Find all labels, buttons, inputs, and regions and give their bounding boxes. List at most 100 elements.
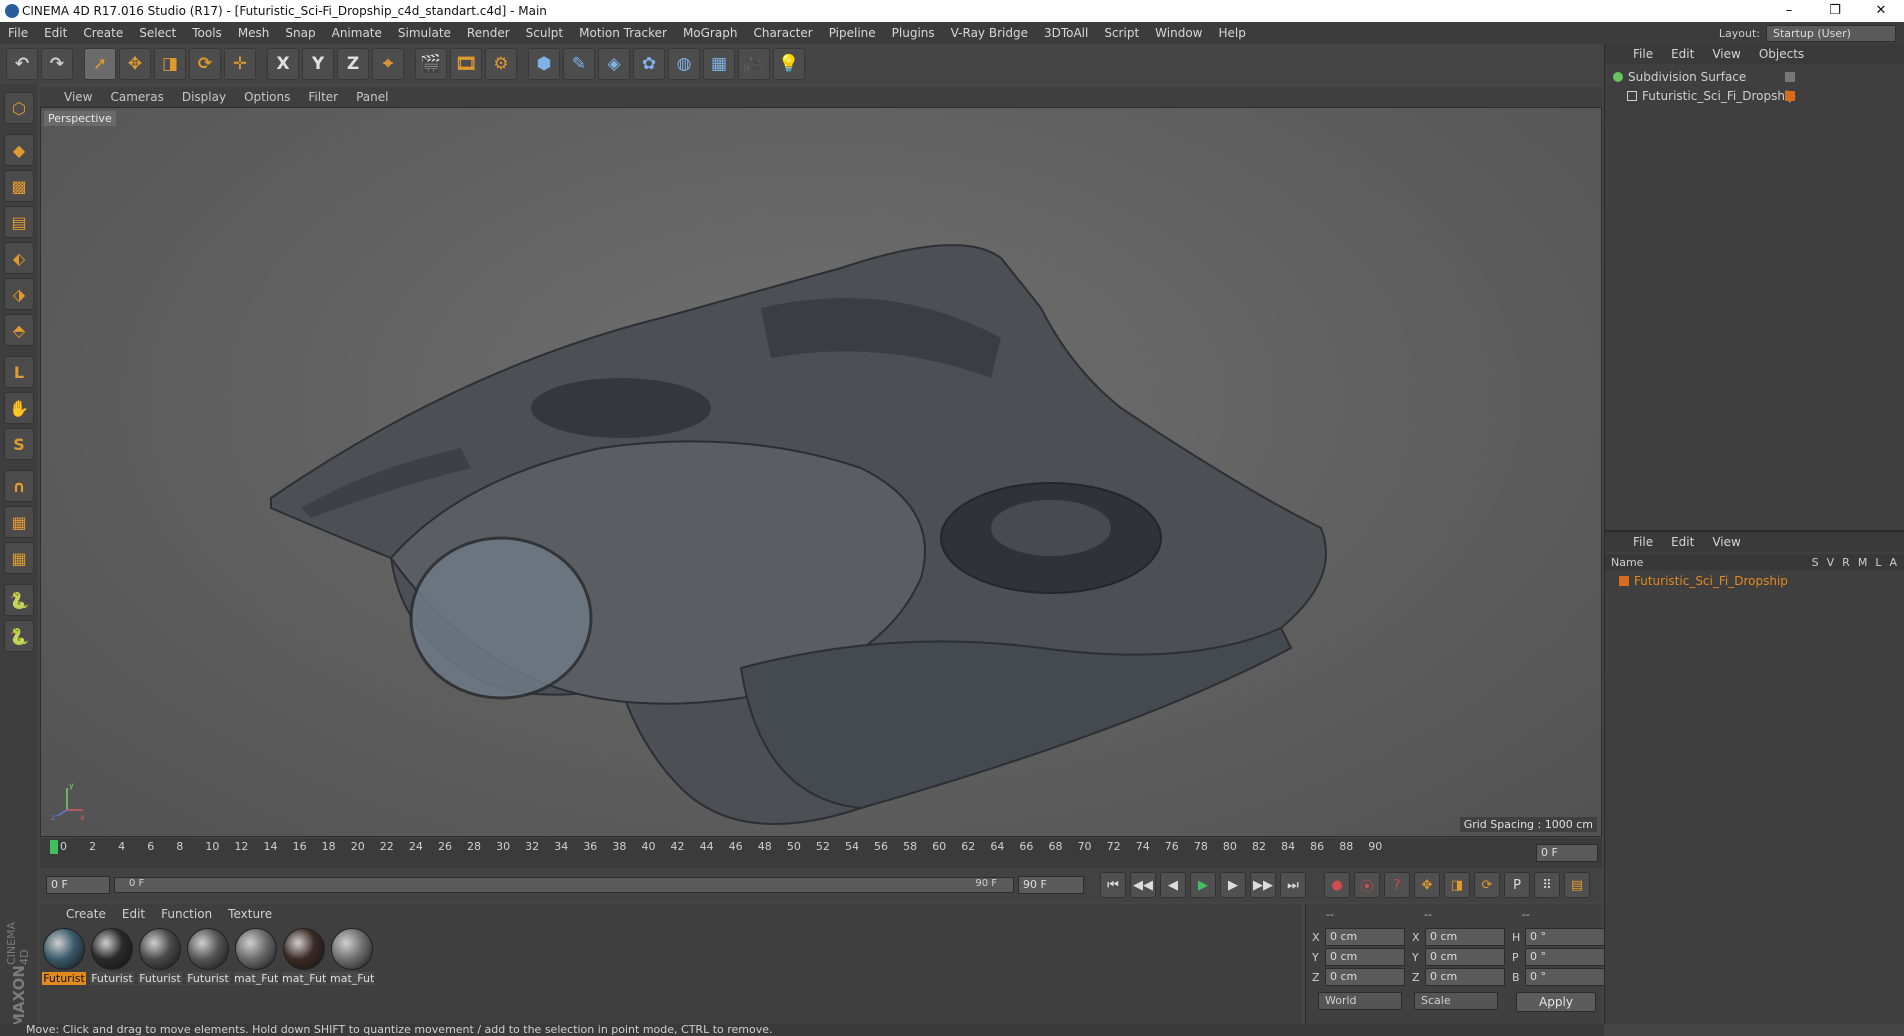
autokey-icon[interactable]: ⦿ (1354, 872, 1380, 898)
coord-field[interactable]: 0 ° (1525, 948, 1605, 966)
z-axis-icon[interactable]: Z (337, 48, 369, 80)
workplane-icon[interactable]: ▤ (4, 206, 34, 238)
select-arrow-icon[interactable]: ➚ (84, 48, 116, 80)
material-item[interactable]: mat_Fut (234, 928, 278, 985)
snap-s-icon[interactable]: S (4, 428, 34, 460)
layer-menu-view[interactable]: View (1712, 535, 1740, 549)
x-axis-icon[interactable]: X (267, 48, 299, 80)
coord-field[interactable]: 0 ° (1525, 928, 1605, 946)
menu-item-simulate[interactable]: Simulate (390, 26, 459, 40)
transform-icon[interactable]: ✛ (224, 48, 256, 80)
rotate-icon[interactable]: ⟳ (189, 48, 221, 80)
frame-range-slider[interactable]: 0 F 90 F (114, 877, 1014, 893)
redo-icon[interactable]: ↷ (41, 48, 73, 80)
object-menu-objects[interactable]: Objects (1759, 47, 1804, 61)
undo-icon[interactable]: ↶ (6, 48, 38, 80)
y-axis-icon[interactable]: Y (302, 48, 334, 80)
viewport-menu-cameras[interactable]: Cameras (110, 90, 163, 104)
record-key-icon[interactable]: ● (1324, 872, 1350, 898)
menu-item-script[interactable]: Script (1096, 26, 1147, 40)
points-mode-icon[interactable]: ⬖ (4, 242, 34, 274)
next-key-icon[interactable]: ▶▶ (1250, 872, 1276, 898)
menu-item-file[interactable]: File (0, 26, 36, 40)
menu-item-pipeline[interactable]: Pipeline (821, 26, 884, 40)
menu-item-window[interactable]: Window (1147, 26, 1210, 40)
layer-menu-file[interactable]: File (1633, 535, 1653, 549)
coord-field[interactable]: 0 cm (1425, 948, 1505, 966)
end-frame-field[interactable]: 90 F (1018, 876, 1084, 894)
key-param-icon[interactable]: P (1504, 872, 1530, 898)
menu-item-mesh[interactable]: Mesh (230, 26, 278, 40)
texture-mode-icon[interactable]: ▩ (4, 170, 34, 202)
menu-item-tools[interactable]: Tools (184, 26, 230, 40)
prev-frame-icon[interactable]: ◀ (1160, 872, 1186, 898)
material-item[interactable]: Futurist (186, 928, 230, 985)
render-view-icon[interactable]: 🎬 (415, 48, 447, 80)
move-icon[interactable]: ✥ (119, 48, 151, 80)
minimize-button[interactable]: – (1766, 0, 1812, 22)
timeline[interactable]: 0 2 4 6 8 10 12 14 16 18 20 22 24 26 28 30 32 34 36 38 40 42 4… (40, 838, 1602, 868)
tweak-icon[interactable]: ✋ (4, 392, 34, 424)
key-move-icon[interactable]: ✥ (1414, 872, 1440, 898)
polygons-mode-icon[interactable]: ⬘ (4, 314, 34, 346)
object-layer-tag-icon[interactable] (1785, 72, 1795, 82)
layer-menu-edit[interactable]: Edit (1671, 535, 1694, 549)
scale-dropdown[interactable]: Scale (1414, 992, 1498, 1010)
object-row[interactable]: Subdivision Surface (1613, 70, 1746, 84)
restore-button[interactable]: ❐ (1812, 0, 1858, 22)
object-menu-view[interactable]: View (1712, 47, 1740, 61)
deformer-icon[interactable]: ◍ (668, 48, 700, 80)
coord-field[interactable]: 0 cm (1325, 948, 1405, 966)
menu-item-render[interactable]: Render (459, 26, 518, 40)
sculpt-grid-icon[interactable]: ▦ (4, 506, 34, 538)
menu-item-animate[interactable]: Animate (324, 26, 390, 40)
mograph-cloner-icon[interactable]: ✿ (633, 48, 665, 80)
menu-item-sculpt[interactable]: Sculpt (518, 26, 571, 40)
render-picture-viewer-icon[interactable]: 🎞 (450, 48, 482, 80)
menu-item-v-ray-bridge[interactable]: V-Ray Bridge (943, 26, 1036, 40)
viewport-menu-display[interactable]: Display (182, 90, 226, 104)
sculpt-grid2-icon[interactable]: ▦ (4, 542, 34, 574)
cube-icon[interactable]: ⬢ (528, 48, 560, 80)
viewport-menu-filter[interactable]: Filter (308, 90, 338, 104)
make-editable-icon[interactable]: ⬡ (4, 92, 34, 124)
material-menu-edit[interactable]: Edit (122, 907, 145, 921)
next-frame-icon[interactable]: ▶ (1220, 872, 1246, 898)
render-settings-icon[interactable]: ⚙ (485, 48, 517, 80)
coord-field[interactable]: 0 cm (1425, 968, 1505, 986)
model-mode-icon[interactable]: ◆ (4, 134, 34, 166)
camera-icon[interactable]: 🎥 (738, 48, 770, 80)
viewport-menu-panel[interactable]: Panel (356, 90, 388, 104)
layer-row[interactable]: Futuristic_Sci_Fi_Dropship (1619, 574, 1788, 588)
object-row[interactable]: Futuristic_Sci_Fi_Dropship (1627, 89, 1796, 103)
material-menu-texture[interactable]: Texture (228, 907, 272, 921)
timeline-playhead[interactable] (50, 840, 58, 854)
material-item[interactable]: Futurist (138, 928, 182, 985)
coordinate-system-icon[interactable]: ⌖ (372, 48, 404, 80)
current-frame-field[interactable]: 0 F (1536, 844, 1598, 862)
key-scale-icon[interactable]: ◨ (1444, 872, 1470, 898)
start-frame-field[interactable]: 0 F (46, 876, 110, 894)
coord-field[interactable]: 0 cm (1325, 968, 1405, 986)
object-menu-file[interactable]: File (1633, 47, 1653, 61)
world-dropdown[interactable]: World (1318, 992, 1402, 1010)
key-rotate-icon[interactable]: ⟳ (1474, 872, 1500, 898)
menu-item-character[interactable]: Character (745, 26, 820, 40)
viewport-menu-options[interactable]: Options (244, 90, 290, 104)
coord-field[interactable]: 0 cm (1325, 928, 1405, 946)
material-item[interactable]: Futurist (42, 928, 86, 985)
scale-icon[interactable]: ◨ (154, 48, 186, 80)
timeline-window-icon[interactable]: ▤ (1564, 872, 1590, 898)
magnet-icon[interactable]: ∩ (4, 470, 34, 502)
object-menu-edit[interactable]: Edit (1671, 47, 1694, 61)
play-icon[interactable]: ▶ (1190, 872, 1216, 898)
material-item[interactable]: mat_Fut (282, 928, 326, 985)
viewport-menu-view[interactable]: View (64, 90, 92, 104)
menu-item-snap[interactable]: Snap (277, 26, 323, 40)
key-help-icon[interactable]: ? (1384, 872, 1410, 898)
python-icon[interactable]: 🐍 (4, 584, 34, 616)
menu-item-3dtoall[interactable]: 3DToAll (1036, 26, 1096, 40)
material-menu-create[interactable]: Create (66, 907, 106, 921)
goto-end-icon[interactable]: ⏭ (1280, 872, 1306, 898)
material-item[interactable]: Futurist (90, 928, 134, 985)
